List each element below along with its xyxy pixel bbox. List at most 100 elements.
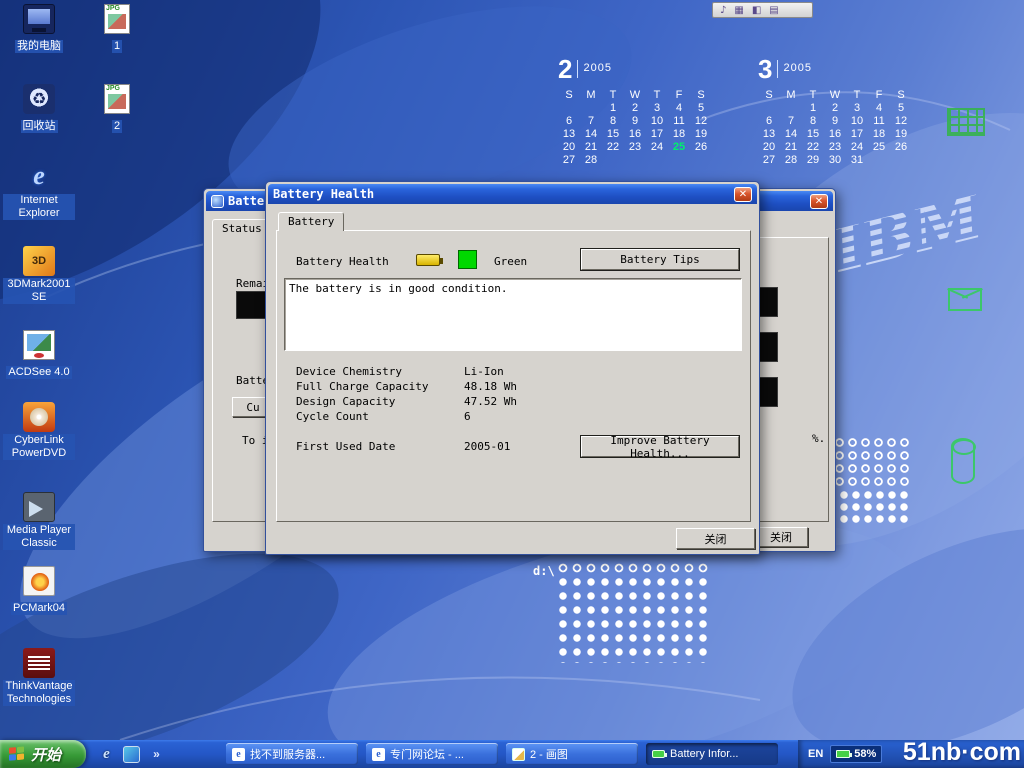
first-used-label: First Used Date: [296, 440, 395, 453]
calendar-day: 16: [624, 127, 646, 140]
desktop-icon-pcmark04[interactable]: PCMark04: [2, 566, 76, 616]
desktop-icon-3dmark2001[interactable]: 3D 3DMark2001 SE: [2, 246, 76, 305]
start-button[interactable]: 开始: [0, 740, 86, 768]
desktop-icon-my-computer[interactable]: 我的电脑: [2, 4, 76, 54]
calendar-day-header: T: [602, 88, 624, 101]
desktop-icon-acdsee[interactable]: ACDSee 4.0: [2, 330, 76, 380]
tray-battery-indicator[interactable]: 58%: [830, 745, 882, 763]
improve-battery-health-button[interactable]: Improve Battery Health...: [581, 436, 739, 457]
windows-flag-icon: [9, 746, 26, 762]
calendar-day: 19: [890, 127, 912, 140]
desktop-icon-media-player-classic[interactable]: Media Player Classic: [2, 492, 76, 551]
calendar-day: 14: [580, 127, 602, 140]
calendar-header: 2 2005: [558, 56, 718, 86]
calendar-day: 15: [602, 127, 624, 140]
calendar-day: 3: [646, 101, 668, 114]
desktop-icon-powerdvd[interactable]: CyberLink PowerDVD: [2, 402, 76, 461]
calendar-day: 9: [624, 114, 646, 127]
osd-brightness-icon: ◧: [752, 5, 761, 16]
taskbar-task-forum[interactable]: e 专门网论坛 - ...: [366, 743, 498, 765]
calendar-day: [580, 101, 602, 114]
calendar-month: 2: [558, 56, 572, 82]
calendar-day: 28: [580, 153, 602, 166]
wallpaper-dots-right-filled: [838, 489, 912, 527]
desktop-icon-thinkvantage[interactable]: ThinkVantage Technologies: [2, 648, 76, 707]
desktop-icon-label: Internet Explorer: [3, 194, 75, 220]
calendar-day: 5: [690, 101, 712, 114]
tab-battery[interactable]: Battery: [278, 212, 344, 231]
condition-textbox[interactable]: The battery is in good condition.: [284, 278, 742, 351]
paint-icon: [512, 748, 525, 761]
wallpaper-dots-center-outline: [556, 561, 710, 575]
calendar-day-header: S: [690, 88, 712, 101]
taskbar-task-paint[interactable]: 2 - 画图: [506, 743, 638, 765]
close-icon[interactable]: ✕: [810, 194, 828, 209]
osd-volume-icon: ♪: [720, 5, 726, 16]
calendar-day: 17: [846, 127, 868, 140]
close-button[interactable]: 关闭: [676, 528, 755, 549]
thinkvantage-icon: [23, 648, 55, 678]
calendar-day: 18: [868, 127, 890, 140]
calendar-day: 2: [824, 101, 846, 114]
field-label: Cycle Count: [296, 410, 369, 423]
drive-label: d:\: [533, 564, 555, 578]
jpg-badge: JPG: [106, 85, 120, 92]
tab-status[interactable]: Status: [212, 219, 272, 238]
calendar-day: 4: [668, 101, 690, 114]
calendar-day: 19: [690, 127, 712, 140]
calendar-year: 2005: [583, 62, 611, 74]
jpg-file-icon: JPG: [104, 84, 130, 114]
calendar-day: 28: [780, 153, 802, 166]
calendar-month: 3: [758, 56, 772, 82]
calendar-february: 2 2005 SMTWTFS12345678910111213141516171…: [558, 56, 718, 166]
battery-health-dialog: Battery Health ✕ Battery Battery Health …: [265, 181, 760, 555]
field-value: Li-Ion: [464, 365, 504, 378]
tray-battery-percent: 58%: [854, 748, 876, 760]
battery-health-titlebar[interactable]: Battery Health ✕: [268, 184, 757, 204]
calendar-day-header: T: [646, 88, 668, 101]
language-indicator[interactable]: EN: [808, 748, 823, 760]
field-label: Device Chemistry: [296, 365, 402, 378]
quick-launch-media-icon[interactable]: [123, 746, 140, 763]
percent-text: %.: [812, 432, 825, 445]
calendar-day: 6: [558, 114, 580, 127]
quick-launch: e »: [94, 740, 169, 768]
close-button[interactable]: 关闭: [754, 527, 808, 547]
pcmark-icon: [23, 566, 55, 596]
calendar-day: 17: [646, 127, 668, 140]
file-icon-2[interactable]: JPG 2: [88, 84, 146, 134]
calendar-day: [780, 101, 802, 114]
health-status-text: Green: [494, 255, 527, 268]
recycle-bin-icon: ♻: [23, 84, 55, 114]
taskbar-task-server-not-found[interactable]: e 找不到服务器...: [226, 743, 358, 765]
desktop-icon-recycle-bin[interactable]: ♻ 回收站: [2, 84, 76, 134]
calendar-march: 3 2005 SMTWTFS12345678910111213141516171…: [758, 56, 918, 166]
osd-toolbar[interactable]: ♪ ▦ ◧ ▤: [712, 2, 813, 18]
quick-launch-ie-icon[interactable]: e: [98, 746, 115, 763]
task-label: 找不到服务器...: [250, 746, 325, 762]
file-icon-1[interactable]: JPG 1: [88, 4, 146, 54]
calendar-day: [868, 153, 890, 166]
calendar-divider: [577, 60, 578, 78]
taskbar-task-battery-information[interactable]: Battery Infor...: [646, 743, 778, 765]
calendar-divider: [777, 60, 778, 78]
quick-launch-chevron-icon[interactable]: »: [148, 746, 165, 763]
calendar-grid: SMTWTFS123456789101112131415161718192021…: [758, 88, 912, 166]
calendar-day: [646, 153, 668, 166]
calendar-day: 22: [602, 140, 624, 153]
osd-display-icon: ▦: [734, 5, 743, 16]
dialog-system-icon: [211, 195, 224, 208]
dialog-title: Batte: [228, 194, 264, 208]
calendar-day: 3: [846, 101, 868, 114]
desktop-icon-internet-explorer[interactable]: e Internet Explorer: [2, 162, 76, 221]
battery-small-icon: [416, 254, 440, 266]
battery-icon: [652, 750, 665, 758]
calendar-day-header: F: [868, 88, 890, 101]
tray-battery-icon: [836, 750, 850, 758]
calendar-day: 18: [668, 127, 690, 140]
close-icon[interactable]: ✕: [734, 187, 752, 202]
calendar-day-header: S: [758, 88, 780, 101]
calendar-day-header: S: [890, 88, 912, 101]
calendar-day: 10: [846, 114, 868, 127]
battery-tips-button[interactable]: Battery Tips: [581, 249, 739, 270]
